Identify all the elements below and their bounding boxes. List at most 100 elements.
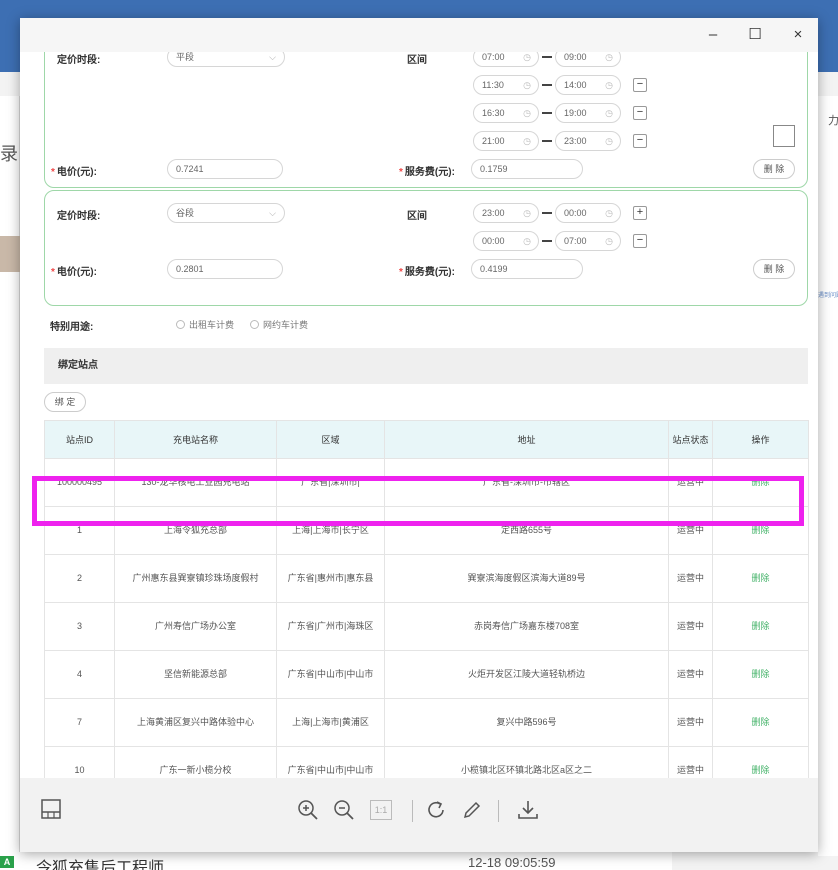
station-name-cell: 上海令狐充总部: [114, 506, 277, 555]
table-row: 100000495 130-龙华核电工业园充电站 广东省|深圳市| 广东省-深圳…: [44, 458, 809, 507]
interval-end-input[interactable]: 19:00 ◷: [555, 103, 621, 123]
delete-station-link[interactable]: 删除: [712, 458, 809, 507]
station-id-cell: 4: [44, 650, 115, 699]
station-status-cell: 运营中: [668, 506, 713, 555]
station-name-cell: 上海黄浦区复兴中路体验中心: [114, 698, 277, 747]
clock-icon: ◷: [523, 236, 531, 246]
table-header-row: 站点ID 充电站名称 区域 地址 站点状态 操作: [44, 420, 809, 459]
chevron-down-icon: ⌵: [269, 208, 276, 218]
delete-station-link[interactable]: 删除: [712, 746, 809, 778]
clock-icon: ◷: [605, 80, 613, 90]
remove-interval-button[interactable]: −: [633, 134, 647, 148]
station-id-cell: 100000495: [44, 458, 115, 507]
column-header-status: 站点状态: [668, 420, 713, 459]
background-left-text: 录: [0, 144, 18, 164]
delete-group-button[interactable]: 删 除: [753, 259, 795, 279]
price-input[interactable]: 0.7241: [167, 159, 283, 179]
period-select[interactable]: 平段 ⌵: [167, 52, 285, 67]
delete-station-link[interactable]: 删除: [712, 698, 809, 747]
reset-zoom-button[interactable]: 1:1: [370, 800, 392, 820]
clock-icon: ◷: [523, 208, 531, 218]
close-button[interactable]: ×: [787, 24, 809, 46]
footer-user-name: 令狐充售后工程师: [36, 860, 165, 870]
table-row: 10 广东一新小榄分校 广东省|中山市|中山市 小榄镇北区环镇北路北区a区之二 …: [44, 746, 809, 778]
edit-pencil-icon[interactable]: [460, 798, 486, 824]
interval-start-input[interactable]: 07:00 ◷: [473, 52, 539, 67]
service-fee-input[interactable]: 0.1759: [471, 159, 583, 179]
remove-interval-button[interactable]: −: [633, 78, 647, 92]
stations-table: 站点ID 充电站名称 区域 地址 站点状态 操作 100000495 130-龙…: [44, 420, 809, 778]
clock-icon: ◷: [605, 236, 613, 246]
station-address-cell: 小榄镇北区环镇北路北区a区之二: [384, 746, 669, 778]
station-name-cell: 广州惠东县巽寮镇珍珠场度假村: [114, 554, 277, 603]
interval-end-input[interactable]: 23:00 ◷: [555, 131, 621, 151]
bound-stations-section-title: 绑定站点: [44, 348, 808, 384]
clock-icon: ◷: [523, 80, 531, 90]
range-dash: [542, 140, 552, 142]
interval-end-input[interactable]: 00:00 ◷: [555, 203, 621, 223]
rotate-icon[interactable]: [424, 798, 450, 824]
preview-content: 定价时段: 平段 ⌵ 区间 07:00 ◷ 09:00 ◷ 11:30 ◷ 14:00…: [20, 52, 818, 778]
delete-station-link[interactable]: 删除: [712, 506, 809, 555]
interval-start-input[interactable]: 23:00 ◷: [473, 203, 539, 223]
clock-icon: ◷: [605, 136, 613, 146]
ride-hailing-billing-radio[interactable]: 网约车计费: [250, 318, 308, 331]
station-name-cell: 广州寿信广场办公室: [114, 602, 277, 651]
preview-window: – ☐ × 定价时段: 平段 ⌵ 区间 07:00 ◷ 09:00 ◷ 11:30 ◷…: [20, 18, 818, 852]
delete-group-button[interactable]: 删 除: [753, 159, 795, 179]
remove-interval-button[interactable]: −: [633, 234, 647, 248]
minimize-button[interactable]: –: [702, 24, 724, 46]
service-fee-input[interactable]: 0.4199: [471, 259, 583, 279]
window-titlebar: – ☐ ×: [20, 18, 818, 52]
station-region-cell: 广东省|中山市|中山市: [276, 650, 385, 699]
column-header-action: 操作: [712, 420, 809, 459]
background-right-text: 力: [828, 115, 838, 127]
station-status-cell: 运营中: [668, 746, 713, 778]
station-address-cell: 复兴中路596号: [384, 698, 669, 747]
interval-start-input[interactable]: 21:00 ◷: [473, 131, 539, 151]
remove-interval-button[interactable]: −: [633, 106, 647, 120]
clock-icon: ◷: [605, 52, 613, 62]
interval-end-input[interactable]: 14:00 ◷: [555, 75, 621, 95]
period-select-value: 谷段: [176, 208, 195, 218]
station-status-cell: 运营中: [668, 650, 713, 699]
station-address-cell: 火炬开发区江陵大道轻轨桥边: [384, 650, 669, 699]
delete-station-link[interactable]: 删除: [712, 554, 809, 603]
add-interval-button[interactable]: +: [633, 206, 647, 220]
footer-timestamp: 12-18 09:05:59: [468, 855, 556, 870]
thumbnail-panel-icon[interactable]: [40, 798, 66, 824]
interval-start-input[interactable]: 00:00 ◷: [473, 231, 539, 251]
station-region-cell: 广东省|惠州市|惠东县: [276, 554, 385, 603]
special-use-label: 特别用途:: [50, 322, 94, 333]
background-right-panel: [818, 96, 838, 856]
download-icon[interactable]: [516, 798, 542, 824]
zoom-in-icon[interactable]: [296, 798, 322, 824]
taxi-billing-radio[interactable]: 出租车计费: [176, 318, 234, 331]
maximize-button[interactable]: ☐: [744, 24, 766, 46]
radio-circle-icon: [176, 320, 185, 329]
required-marker: *: [51, 167, 55, 178]
interval-end-input[interactable]: 09:00 ◷: [555, 52, 621, 67]
clock-icon: ◷: [605, 208, 613, 218]
period-select[interactable]: 谷段 ⌵: [167, 203, 285, 223]
station-status-cell: 运营中: [668, 602, 713, 651]
interval-end-input[interactable]: 07:00 ◷: [555, 231, 621, 251]
delete-station-link[interactable]: 删除: [712, 650, 809, 699]
app-logo-icon: A: [0, 856, 14, 868]
column-header-station-id: 站点ID: [44, 420, 115, 459]
service-fee-label: * 服务费(元):: [399, 267, 455, 278]
checkbox-toggle[interactable]: [773, 125, 795, 147]
interval-start-input[interactable]: 11:30 ◷: [473, 75, 539, 95]
required-marker: *: [51, 267, 55, 278]
clock-icon: ◷: [523, 108, 531, 118]
delete-station-link[interactable]: 删除: [712, 602, 809, 651]
range-dash: [542, 240, 552, 242]
bind-station-button[interactable]: 绑 定: [44, 392, 86, 412]
column-header-address: 地址: [384, 420, 669, 459]
zoom-out-icon[interactable]: [332, 798, 358, 824]
interval-label: 区间: [407, 55, 427, 66]
clock-icon: ◷: [605, 108, 613, 118]
interval-start-input[interactable]: 16:30 ◷: [473, 103, 539, 123]
price-input[interactable]: 0.2801: [167, 259, 283, 279]
range-dash: [542, 212, 552, 214]
